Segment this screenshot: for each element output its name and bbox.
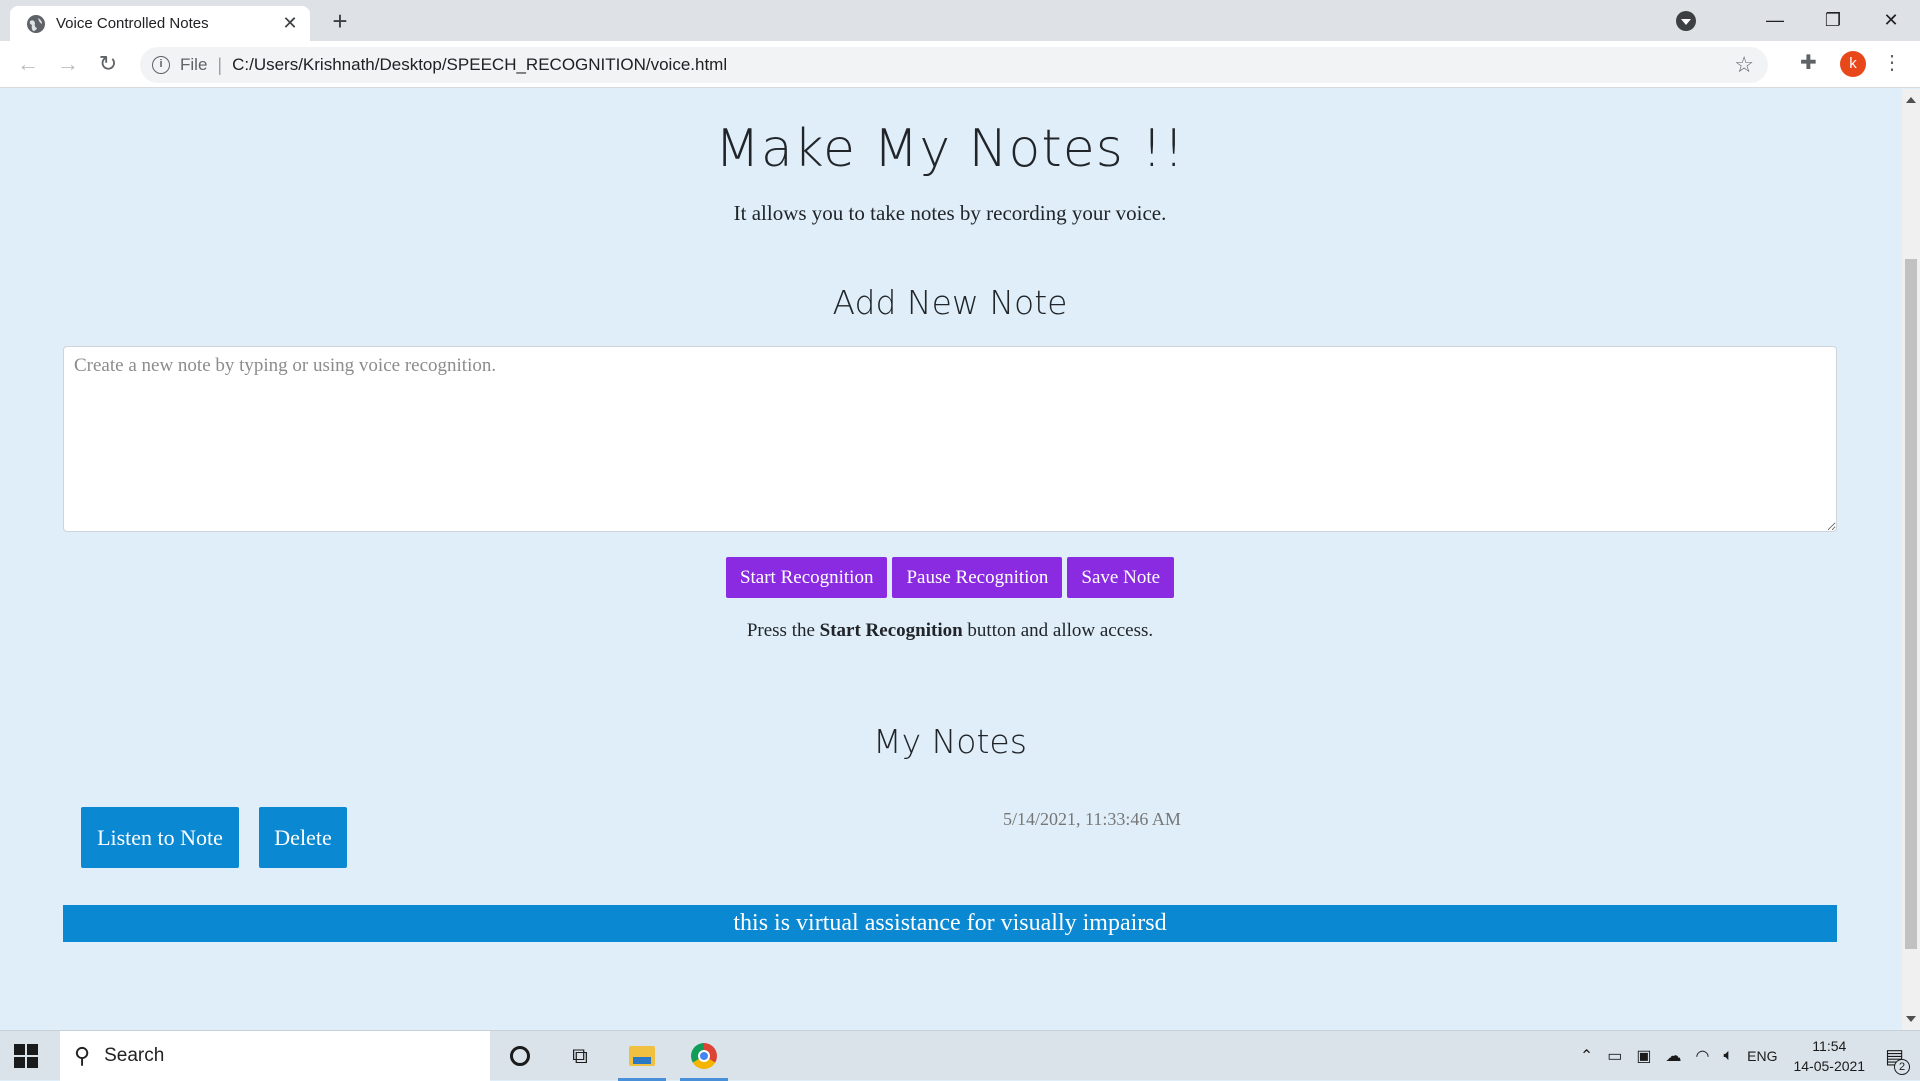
browser-tab[interactable]: Voice Controlled Notes ✕ <box>10 6 310 41</box>
clock-date: 14-05-2021 <box>1793 1058 1866 1074</box>
globe-icon <box>27 14 45 33</box>
scroll-up-arrow-icon[interactable] <box>1906 97 1916 103</box>
note-date: 5/14/2021, 11:33:46 AM <box>1003 809 1181 829</box>
save-note-button[interactable]: Save Note <box>1067 557 1175 598</box>
restore-button[interactable]: ❐ <box>1804 10 1862 31</box>
minimize-button[interactable]: — <box>1746 10 1804 31</box>
bookmark-star-icon[interactable]: ☆ <box>1734 52 1754 78</box>
extensions-puzzle-icon[interactable]: ✚ <box>1800 50 1817 75</box>
windows-taskbar: ⚲ Search ⧉ ⌃ ▭ ▣ ☁ ◠ 🔈︎ ENG 11:54 14-05-… <box>0 1030 1920 1081</box>
reload-icon[interactable]: ↻ <box>88 51 128 77</box>
add-note-heading: Add New Note <box>832 283 1068 322</box>
recognition-buttons: Start Recognition Pause Recognition Save… <box>0 557 1900 598</box>
start-recognition-button[interactable]: Start Recognition <box>725 557 888 598</box>
forward-arrow-icon[interactable]: → <box>48 51 88 77</box>
task-view-icon[interactable]: ⧉ <box>552 1031 608 1081</box>
recognition-hint: Press the Start Recognition button and a… <box>0 620 1900 642</box>
system-tray: ⌃ ▭ ▣ ☁ ◠ 🔈︎ ENG 11:54 14-05-2021 ▤ 2 <box>1580 1031 1920 1081</box>
browser-menu-icon[interactable]: ⋮ <box>1882 50 1902 75</box>
url-separator: | <box>217 54 223 75</box>
onedrive-icon[interactable]: ☁ <box>1666 1046 1682 1066</box>
taskbar-search-box[interactable]: ⚲ Search <box>60 1031 490 1081</box>
tab-title: Voice Controlled Notes <box>56 15 209 32</box>
input-language[interactable]: ENG <box>1747 1048 1777 1064</box>
browser-tab-bar: Voice Controlled Notes ✕ + — ❐ ✕ <box>0 0 1920 41</box>
profile-avatar[interactable]: k <box>1840 51 1866 77</box>
cortana-icon[interactable] <box>492 1031 548 1081</box>
url-scheme-label: File <box>180 55 208 74</box>
battery-icon[interactable]: ▭ <box>1607 1046 1622 1066</box>
address-bar[interactable]: i File | C:/Users/Krishnath/Desktop/SPEE… <box>140 47 1768 83</box>
delete-note-button[interactable]: Delete <box>259 807 347 868</box>
pause-recognition-button[interactable]: Pause Recognition <box>892 557 1063 598</box>
scrollbar-thumb[interactable] <box>1905 259 1917 949</box>
tab-search-icon[interactable] <box>1676 10 1696 31</box>
back-arrow-icon[interactable]: ← <box>8 51 48 77</box>
page-scrollbar[interactable] <box>1902 89 1920 1030</box>
meet-now-icon[interactable]: ▣ <box>1636 1046 1651 1066</box>
tab-close-icon[interactable]: ✕ <box>280 13 300 34</box>
browser-toolbar: ← → ↻ i File | C:/Users/Krishnath/Deskto… <box>0 41 1920 88</box>
search-icon: ⚲ <box>74 1043 91 1068</box>
clock-time: 11:54 <box>1812 1038 1847 1054</box>
info-icon[interactable]: i <box>152 56 170 74</box>
my-notes-heading: My Notes <box>873 722 1027 761</box>
new-tab-button[interactable]: + <box>325 6 355 36</box>
note-textarea[interactable] <box>63 346 1837 532</box>
file-explorer-icon[interactable] <box>614 1031 670 1081</box>
taskbar-clock[interactable]: 11:54 14-05-2021 <box>1793 1036 1865 1076</box>
hint-prefix: Press the <box>746 620 820 641</box>
show-hidden-icons-chevron-icon[interactable]: ⌃ <box>1580 1046 1593 1066</box>
window-controls: — ❐ ✕ <box>1676 0 1920 41</box>
page-content: Make My Notes !! It allows you to take n… <box>0 89 1902 1030</box>
taskbar-search-label: Search <box>104 1045 165 1066</box>
wifi-icon[interactable]: ◠ <box>1696 1046 1710 1066</box>
windows-start-icon[interactable] <box>14 1044 38 1068</box>
close-window-button[interactable]: ✕ <box>1862 10 1920 31</box>
url-text[interactable]: C:/Users/Krishnath/Desktop/SPEECH_RECOGN… <box>232 55 727 75</box>
notification-count-badge: 2 <box>1894 1058 1910 1075</box>
page-title: Make My Notes !! <box>714 119 1186 179</box>
hint-suffix: button and allow access. <box>962 620 1154 641</box>
note-content: this is virtual assistance for visually … <box>63 905 1837 942</box>
page-subtitle: It allows you to take notes by recording… <box>733 201 1167 225</box>
scroll-down-arrow-icon[interactable] <box>1906 1016 1916 1022</box>
listen-to-note-button[interactable]: Listen to Note <box>81 807 239 868</box>
hint-bold: Start Recognition <box>819 620 963 641</box>
chrome-icon[interactable] <box>676 1031 732 1081</box>
volume-icon[interactable]: 🔈︎ <box>1724 1047 1734 1065</box>
notification-center-icon[interactable]: ▤ 2 <box>1885 1044 1910 1075</box>
